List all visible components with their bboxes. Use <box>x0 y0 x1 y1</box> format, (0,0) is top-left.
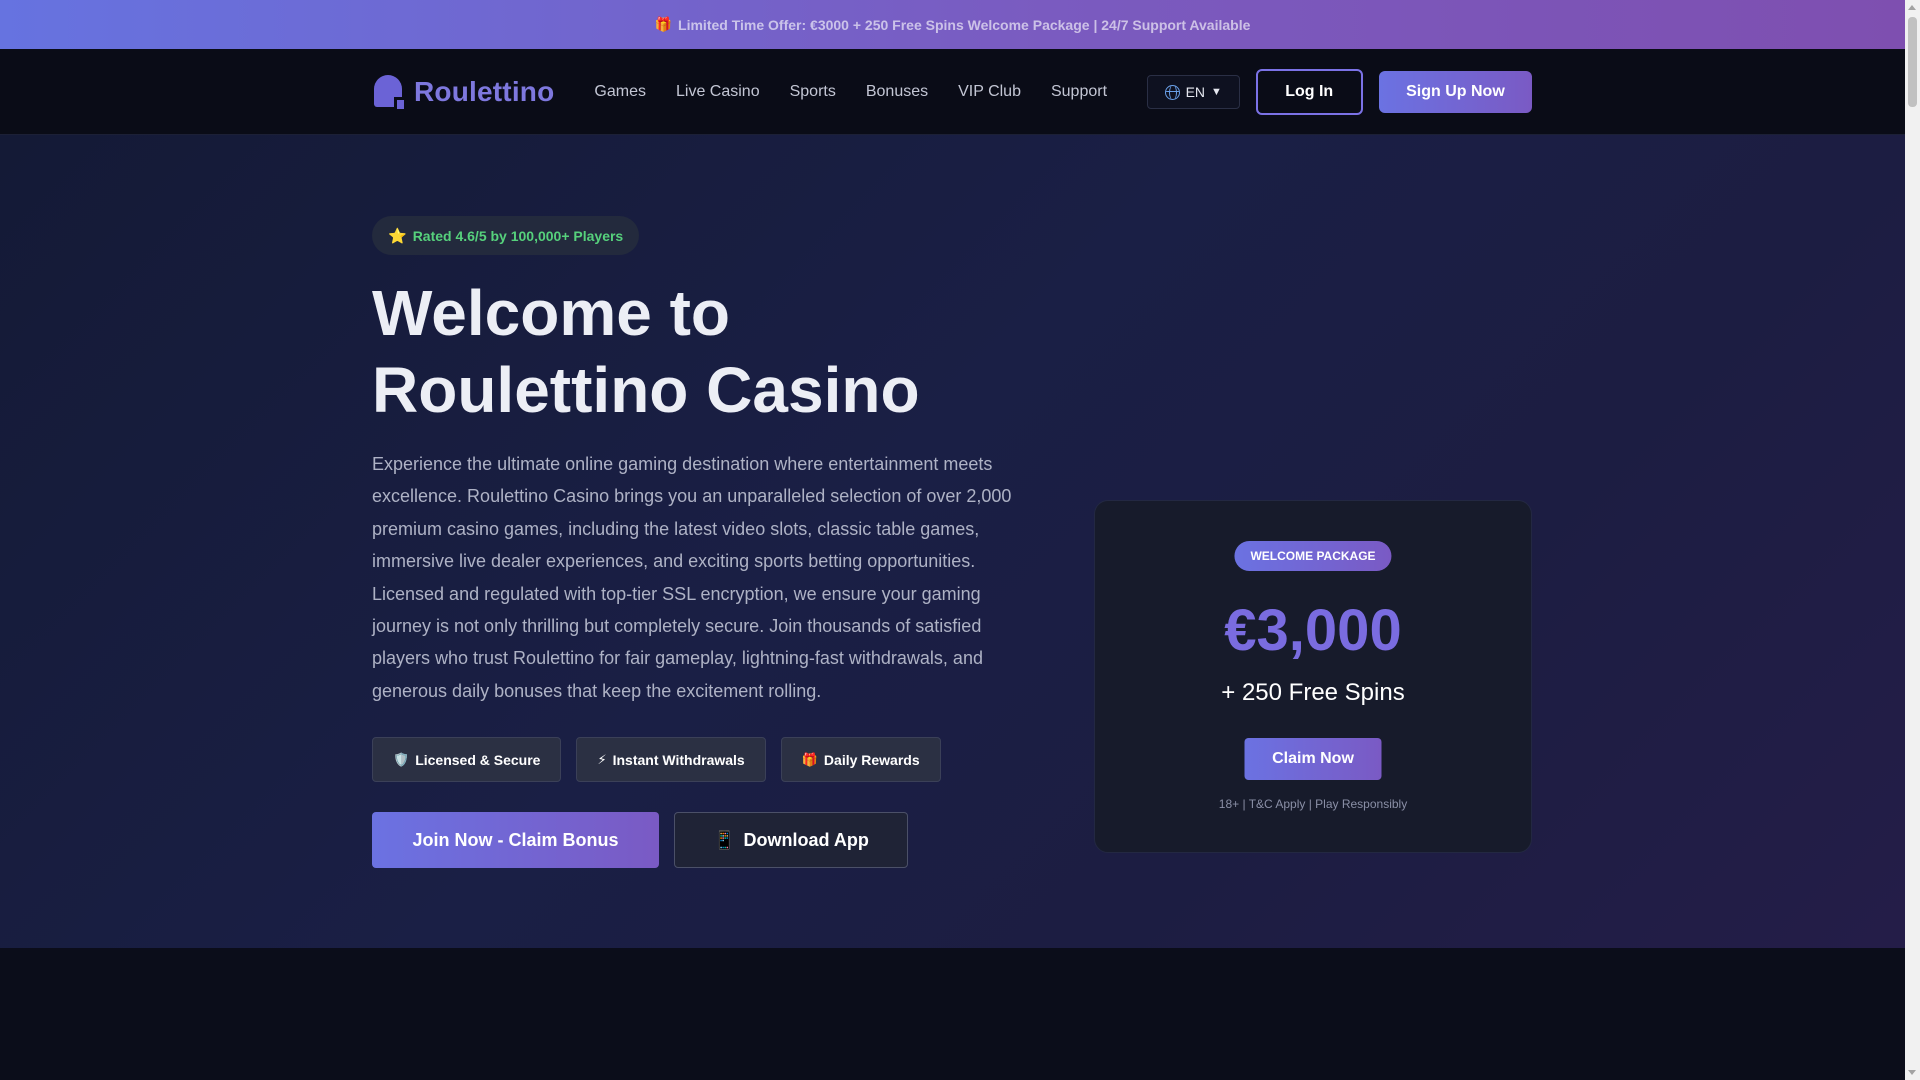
star-icon: ⭐ <box>388 227 407 245</box>
promo-text: Limited Time Offer: €3000 + 250 Free Spi… <box>678 16 1251 33</box>
feature-instant-withdrawals: ⚡ Instant Withdrawals <box>576 737 766 782</box>
login-button[interactable]: Log In <box>1255 69 1363 115</box>
shield-icon: 🛡️ <box>393 751 410 767</box>
download-app-button[interactable]: 📱 Download App <box>674 812 908 868</box>
hero-section: ⭐ Rated 4.6/5 by 100,000+ Players Welcom… <box>0 135 1905 948</box>
globe-icon <box>1164 84 1180 100</box>
welcome-package-badge: WELCOME PACKAGE <box>1234 541 1392 571</box>
site-header: Roulettino Games Live Casino Sports Bonu… <box>0 49 1905 135</box>
feature-label: Licensed & Secure <box>415 751 541 768</box>
chevron-down-icon: ▼ <box>1211 86 1222 98</box>
nav-sports[interactable]: Sports <box>790 83 836 101</box>
scrollbar-thumb[interactable] <box>1908 17 1917 107</box>
feature-badges: 🛡️ Licensed & Secure ⚡ Instant Withdrawa… <box>372 737 956 782</box>
nav-vip-club[interactable]: VIP Club <box>958 83 1021 101</box>
hero-title-line-2: Roulettino Casino <box>372 354 920 426</box>
feature-licensed-secure: 🛡️ Licensed & Secure <box>372 737 562 782</box>
casino-dome-icon <box>372 75 404 109</box>
bonus-amount: €3,000 <box>1224 598 1402 663</box>
claim-now-button[interactable]: Claim Now <box>1244 738 1382 780</box>
rating-text: Rated 4.6/5 by 100,000+ Players <box>412 227 624 244</box>
feature-daily-rewards: 🎁 Daily Rewards <box>780 737 941 782</box>
header-container: Roulettino Games Live Casino Sports Bonu… <box>372 49 1532 135</box>
nav-support[interactable]: Support <box>1051 83 1107 101</box>
download-app-label: Download App <box>743 829 869 850</box>
nav-live-casino[interactable]: Live Casino <box>676 83 760 101</box>
rating-badge: ⭐ Rated 4.6/5 by 100,000+ Players <box>372 216 640 255</box>
nav-games[interactable]: Games <box>594 83 646 101</box>
gift-icon: 🎁 <box>654 16 673 32</box>
hero-title-line-1: Welcome to <box>372 277 730 349</box>
welcome-package-card: WELCOME PACKAGE €3,000 + 250 Free Spins … <box>1094 500 1532 853</box>
language-selector[interactable]: EN ▼ <box>1147 75 1240 109</box>
scroll-down-icon[interactable] <box>1908 1070 1916 1075</box>
hero-cta-group: Join Now - Claim Bonus 📱 Download App <box>372 812 908 868</box>
gift-icon: 🎁 <box>801 751 818 767</box>
promo-banner: 🎁 Limited Time Offer: €3000 + 250 Free S… <box>0 0 1905 49</box>
hero-title: Welcome to Roulettino Casino <box>372 275 1012 429</box>
scroll-up-icon[interactable] <box>1908 5 1916 10</box>
terms-text: 18+ | T&C Apply | Play Responsibly <box>1218 797 1408 811</box>
feature-label: Instant Withdrawals <box>612 751 745 768</box>
logo[interactable]: Roulettino <box>372 75 554 109</box>
main-nav: Games Live Casino Sports Bonuses VIP Clu… <box>594 83 1107 101</box>
page-scrollbar[interactable] <box>1905 0 1920 1080</box>
lower-section <box>0 948 1905 1080</box>
free-spins-text: + 250 Free Spins <box>1221 679 1405 706</box>
join-now-button[interactable]: Join Now - Claim Bonus <box>372 812 659 868</box>
nav-bonuses[interactable]: Bonuses <box>866 83 928 101</box>
language-value: EN <box>1185 84 1206 100</box>
hero-description: Experience the ultimate online gaming de… <box>372 454 1012 701</box>
logo-text: Roulettino <box>414 76 555 107</box>
feature-label: Daily Rewards <box>823 751 920 768</box>
lightning-icon: ⚡ <box>597 751 607 767</box>
signup-button[interactable]: Sign Up Now <box>1378 71 1532 113</box>
phone-icon: 📱 <box>713 829 736 850</box>
